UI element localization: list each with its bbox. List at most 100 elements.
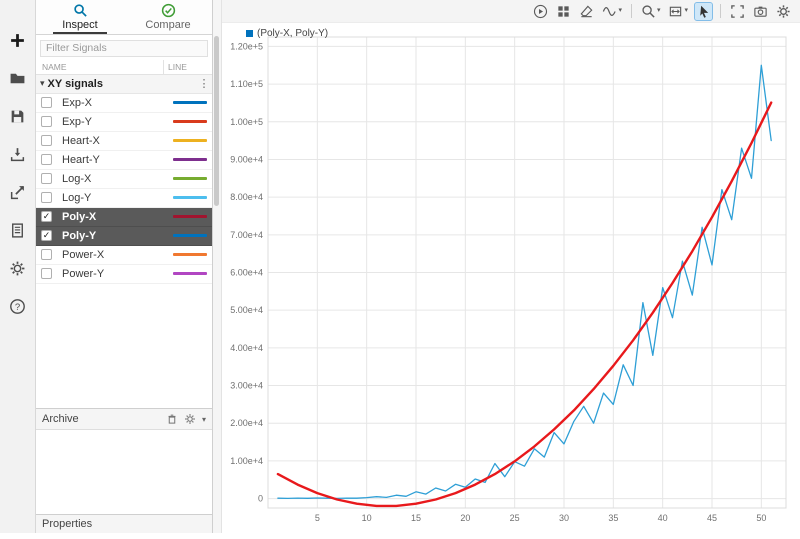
fullscreen-button[interactable] [729, 3, 746, 20]
group-label: XY signals [47, 77, 103, 90]
signal-row[interactable]: Power-Y [36, 264, 212, 284]
scrollbar-thumb[interactable] [214, 36, 219, 206]
run-button[interactable] [532, 3, 549, 20]
signal-row[interactable]: Heart-Y [36, 150, 212, 170]
import-icon [10, 148, 25, 162]
signal-name: Poly-Y [62, 229, 97, 242]
archive-body [36, 430, 212, 514]
svg-text:4.00e+4: 4.00e+4 [230, 343, 263, 353]
xy-plot[interactable]: 0 1.00e+4 2.00e+4 3.00e+4 4.00e+4 5.00e+4 6.00… [222, 23, 800, 534]
snapshot-button[interactable] [752, 3, 769, 20]
signal-row[interactable]: Log-Y [36, 188, 212, 208]
panel-scrollbar[interactable] [213, 0, 222, 533]
export-icon [10, 186, 24, 200]
svg-text:40: 40 [658, 513, 668, 523]
svg-text:1.10e+5: 1.10e+5 [230, 79, 263, 89]
svg-text:?: ? [15, 302, 20, 313]
signal-line-swatch [173, 101, 207, 104]
signal-name: Exp-Y [62, 115, 92, 128]
signal-rows: Exp-X Exp-Y Heart-X Heart-Y Log-X Log-Y … [36, 93, 212, 284]
gear-icon [777, 4, 790, 18]
signal-checkbox[interactable]: ✓ [41, 211, 52, 222]
archive-actions: ▾ [166, 413, 206, 425]
import-button[interactable] [7, 144, 28, 165]
export-button[interactable] [7, 182, 28, 203]
svg-text:5: 5 [315, 513, 320, 523]
save-button[interactable] [7, 106, 28, 127]
svg-text:1.00e+5: 1.00e+5 [230, 117, 263, 127]
tab-inspect[interactable]: Inspect [36, 0, 124, 34]
filter-signals-input[interactable] [40, 39, 208, 57]
help-button[interactable]: ? [7, 296, 28, 317]
inspect-panel: Inspect Compare NAME LINE ▾ XY signals ⋮… [36, 0, 213, 533]
svg-text:15: 15 [411, 513, 421, 523]
play-circle-icon [534, 4, 548, 18]
signal-row[interactable]: ✓ Poly-Y [36, 226, 212, 246]
tab-compare-label: Compare [145, 19, 191, 31]
pointer-button[interactable] [694, 1, 713, 21]
filter-row [36, 35, 212, 60]
settings-button[interactable] [775, 3, 792, 20]
trash-icon[interactable] [166, 413, 178, 425]
signal-row[interactable]: Log-X [36, 169, 212, 189]
svg-text:50: 50 [756, 513, 766, 523]
collapse-caret-icon[interactable]: ▾ [40, 78, 45, 89]
signal-name: Exp-X [62, 96, 92, 109]
tab-compare[interactable]: Compare [124, 0, 212, 34]
zoom-button[interactable]: ▾ [640, 3, 662, 20]
plot-toolbar: ▾ ▾ ▾ [222, 0, 800, 23]
signal-style-button[interactable]: ▾ [601, 3, 623, 20]
signal-row[interactable]: Heart-X [36, 131, 212, 151]
layout-button[interactable] [555, 3, 572, 20]
svg-text:3.00e+4: 3.00e+4 [230, 381, 263, 391]
app-window: ? Inspect Compare NAME LINE ▾ XY signals [0, 0, 800, 533]
signal-checkbox[interactable] [41, 116, 52, 127]
fit-view-button[interactable]: ▾ [667, 3, 689, 20]
create-report-button[interactable] [7, 220, 28, 241]
eraser-button[interactable] [578, 3, 595, 20]
preferences-button[interactable] [7, 258, 28, 279]
svg-text:20: 20 [460, 513, 470, 523]
svg-text:25: 25 [510, 513, 520, 523]
pointer-icon [700, 5, 709, 18]
signal-row[interactable]: Exp-Y [36, 112, 212, 132]
signal-group-row[interactable]: ▾ XY signals ⋮ [36, 74, 212, 94]
svg-text:9.00e+4: 9.00e+4 [230, 154, 263, 164]
panel-tabs: Inspect Compare [36, 0, 212, 35]
signal-row[interactable]: ✓ Poly-X [36, 207, 212, 227]
svg-text:1.00e+4: 1.00e+4 [230, 456, 263, 466]
signal-line-swatch [173, 196, 207, 199]
signal-checkbox[interactable] [41, 154, 52, 165]
svg-text:6.00e+4: 6.00e+4 [230, 268, 263, 278]
signal-checkbox[interactable] [41, 173, 52, 184]
signal-name: Heart-Y [62, 153, 100, 166]
signal-name: Log-X [62, 172, 92, 185]
signal-line-swatch [173, 139, 207, 142]
signal-checkbox[interactable]: ✓ [41, 230, 52, 241]
save-icon [11, 110, 24, 123]
column-name-header: NAME [36, 59, 164, 74]
signal-checkbox[interactable] [41, 249, 52, 260]
group-menu-icon[interactable]: ⋮ [196, 77, 212, 90]
signal-checkbox[interactable] [41, 135, 52, 146]
grid-icon [558, 5, 570, 17]
svg-text:45: 45 [707, 513, 717, 523]
chart-region: ▾ ▾ ▾ (Poly-X, Poly-Y) 0 1.00e+4 2.00e+4… [222, 0, 800, 533]
signal-checkbox[interactable] [41, 268, 52, 279]
signal-name: Power-X [62, 248, 105, 261]
signal-row[interactable]: Power-X [36, 245, 212, 265]
gear-icon[interactable] [184, 413, 196, 425]
open-button[interactable] [7, 68, 28, 89]
toolbar-separator [720, 4, 721, 18]
properties-header[interactable]: Properties [36, 514, 212, 533]
signal-line-swatch [173, 234, 207, 237]
chevron-down-icon[interactable]: ▾ [202, 415, 206, 424]
add-button[interactable] [7, 30, 28, 51]
signal-row[interactable]: Exp-X [36, 93, 212, 113]
archive-header[interactable]: Archive ▾ [36, 408, 212, 430]
signal-checkbox[interactable] [41, 192, 52, 203]
signal-checkbox[interactable] [41, 97, 52, 108]
signal-line-swatch [173, 272, 207, 275]
svg-text:0: 0 [258, 494, 263, 504]
plus-icon [11, 34, 24, 47]
